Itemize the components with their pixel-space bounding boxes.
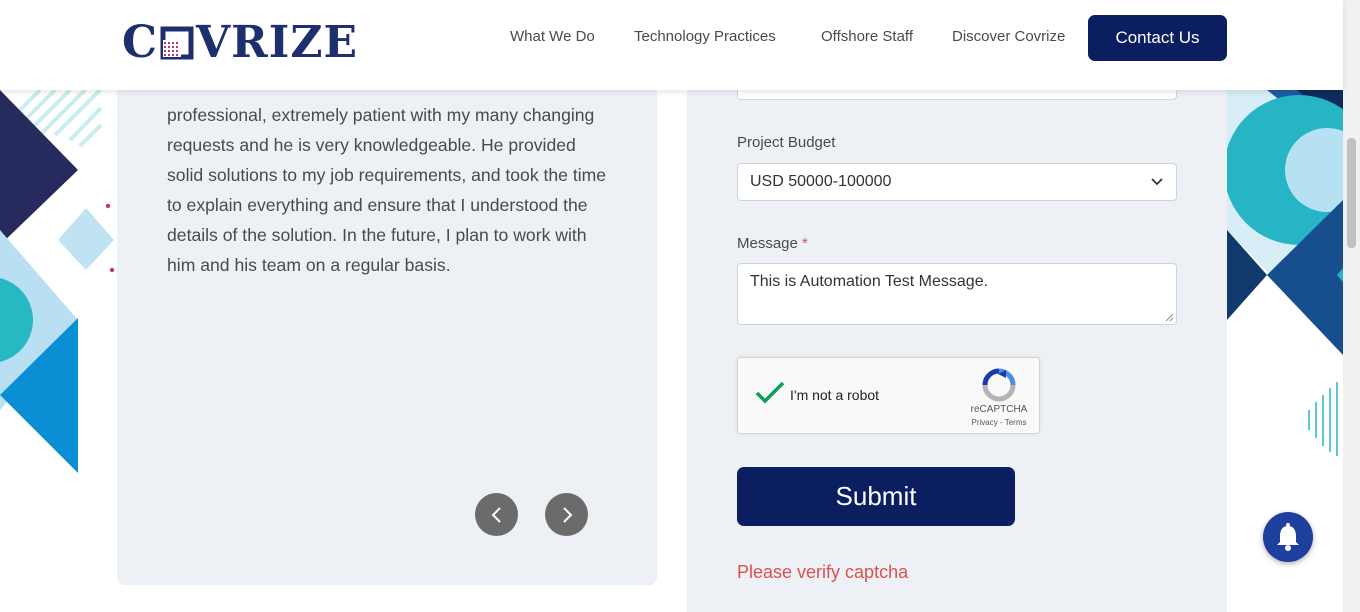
submit-button[interactable]: Submit: [737, 467, 1015, 526]
captcha-brand: reCAPTCHA: [970, 404, 1028, 415]
budget-select[interactable]: USD 50000-100000: [737, 163, 1177, 201]
contact-form: Project Budget USD 50000-100000 Message …: [687, 60, 1227, 612]
next-testimonial-button[interactable]: [545, 493, 588, 536]
budget-select-value: USD 50000-100000: [750, 173, 892, 190]
testimonial-text: professional, extremely patient with my …: [167, 105, 607, 275]
nav-offshore-staff[interactable]: Offshore Staff: [821, 28, 913, 45]
chevron-left-icon: [491, 506, 501, 523]
right-decoration: [1227, 90, 1343, 456]
captcha-links[interactable]: Privacy - Terms: [960, 418, 1038, 427]
recaptcha-logo-icon: [982, 368, 1016, 402]
prev-testimonial-button[interactable]: [475, 493, 518, 536]
resize-grip-icon[interactable]: [1164, 312, 1174, 322]
nav-technology-practices[interactable]: Technology Practices: [634, 28, 776, 45]
checkmark-icon[interactable]: [754, 380, 786, 406]
nav-what-we-do[interactable]: What We Do: [510, 28, 595, 45]
covrize-logo[interactable]: C VRIZE: [122, 18, 358, 68]
logo-o-mark-icon: [160, 26, 194, 60]
chevron-down-icon: [1151, 178, 1163, 186]
chevron-right-icon: [562, 506, 572, 523]
required-marker: *: [802, 235, 808, 252]
page-scrollbar[interactable]: [1343, 0, 1360, 612]
budget-label: Project Budget: [737, 134, 836, 151]
message-value: This is Automation Test Message.: [750, 273, 989, 290]
captcha-label: I'm not a robot: [790, 387, 880, 403]
message-textarea[interactable]: This is Automation Test Message.: [737, 263, 1177, 325]
testimonial-card: professional, extremely patient with my …: [117, 60, 657, 585]
scrollbar-thumb[interactable]: [1347, 138, 1356, 248]
left-decoration: [0, 90, 115, 473]
message-label: Message *: [737, 235, 808, 252]
recaptcha-widget: I'm not a robot reCAPTCHA Privacy - Term…: [737, 357, 1040, 434]
message-label-text: Message: [737, 235, 798, 252]
logo-text-left: C: [122, 17, 159, 68]
nav-discover-covrize[interactable]: Discover Covrize: [952, 28, 1065, 45]
bell-icon: [1277, 523, 1299, 551]
captcha-error-message: Please verify captcha: [737, 562, 909, 582]
page: professional, extremely patient with my …: [0, 0, 1360, 612]
site-header: C VRIZE What We Do Technology Practices …: [0, 0, 1343, 90]
logo-text-right: VRIZE: [196, 17, 358, 68]
notification-bell-button[interactable]: [1263, 512, 1313, 562]
contact-us-button[interactable]: Contact Us: [1088, 15, 1227, 61]
